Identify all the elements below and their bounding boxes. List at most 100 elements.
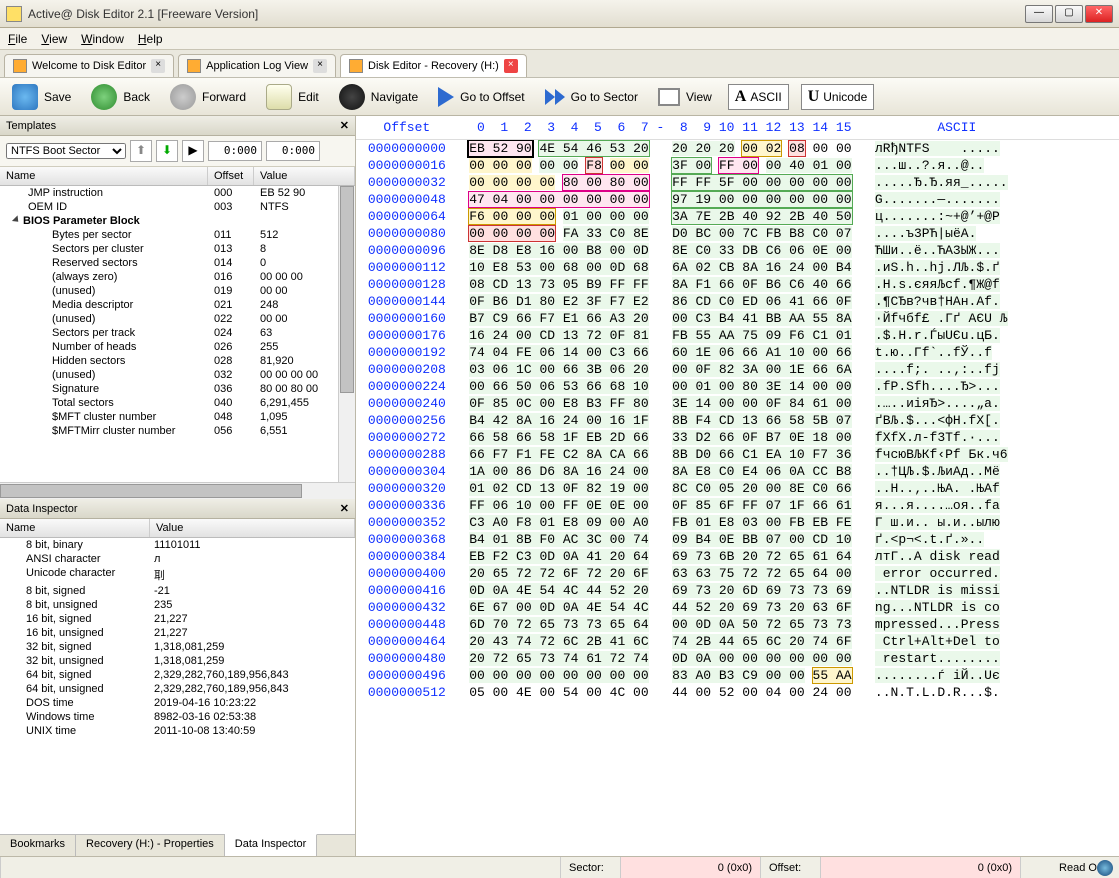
menu-view[interactable]: View [41, 32, 67, 46]
table-row[interactable]: Bytes per sector011512 [0, 228, 355, 242]
hex-row[interactable]: 0000000176 16 24 00 CD 13 72 0F 81 FB 55… [356, 327, 1119, 344]
hex-row[interactable]: 0000000304 1A 00 86 D6 8A 16 24 00 8A E8… [356, 463, 1119, 480]
menu-window[interactable]: Window [81, 32, 124, 46]
hex-row[interactable]: 0000000160 B7 C9 66 F7 E1 66 A3 20 00 C3… [356, 310, 1119, 327]
navigate-button[interactable]: Navigate [335, 82, 422, 112]
hex-row[interactable]: 0000000272 66 58 66 58 1F EB 2D 66 33 D2… [356, 429, 1119, 446]
ascii-button[interactable]: AASCII [728, 84, 789, 110]
tab-diskeditor[interactable]: Disk Editor - Recovery (H:) × [340, 54, 527, 77]
hex-row[interactable]: 0000000336 FF 06 10 00 FF 0E 0E 00 0F 85… [356, 497, 1119, 514]
table-row[interactable]: 64 bit, unsigned2,329,282,760,189,956,84… [0, 682, 355, 696]
pos-a[interactable]: 0:000 [208, 141, 262, 161]
menu-file[interactable]: File [8, 32, 27, 46]
tab-bookmarks[interactable]: Bookmarks [0, 835, 76, 856]
hex-row[interactable]: 0000000400 20 65 72 72 6F 72 20 6F 63 63… [356, 565, 1119, 582]
table-row[interactable]: Unicode character刵 [0, 566, 355, 584]
hex-pane[interactable]: Offset 0 1 2 3 4 5 6 7 - 8 9 10 11 12 13… [356, 116, 1119, 856]
table-row[interactable]: 64 bit, signed2,329,282,760,189,956,843 [0, 668, 355, 682]
col-name[interactable]: Name [0, 167, 208, 185]
tab-close-icon[interactable]: × [504, 59, 518, 73]
hex-row[interactable]: 0000000368 B4 01 8B F0 AC 3C 00 74 09 B4… [356, 531, 1119, 548]
col-value[interactable]: Value [254, 167, 355, 185]
hex-row[interactable]: 0000000192 74 04 FE 06 14 00 C3 66 60 1E… [356, 344, 1119, 361]
table-row[interactable]: Signature03680 00 80 00 [0, 382, 355, 396]
hex-row[interactable]: 0000000224 00 66 50 06 53 66 68 10 00 01… [356, 378, 1119, 395]
hex-row[interactable]: 0000000464 20 43 74 72 6C 2B 41 6C 74 2B… [356, 633, 1119, 650]
goto-first-button[interactable]: ▶ [182, 140, 204, 162]
table-row[interactable]: Media descriptor021248 [0, 298, 355, 312]
table-row[interactable]: 8 bit, binary11101011 [0, 538, 355, 552]
maximize-button[interactable]: ▢ [1055, 5, 1083, 23]
table-row[interactable]: 16 bit, unsigned21,227 [0, 626, 355, 640]
hex-row[interactable]: 0000000128 08 CD 13 73 05 B9 FF FF 8A F1… [356, 276, 1119, 293]
vertical-scrollbar[interactable] [338, 186, 355, 482]
forward-button[interactable]: Forward [166, 82, 250, 112]
table-row[interactable]: JMP instruction000EB 52 90 [0, 186, 355, 200]
hex-row[interactable]: 0000000240 0F 85 0C 00 E8 B3 FF 80 3E 14… [356, 395, 1119, 412]
table-row[interactable]: OEM ID003NTFS [0, 200, 355, 214]
hex-row[interactable]: 0000000256 B4 42 8A 16 24 00 16 1F 8B F4… [356, 412, 1119, 429]
templates-tree[interactable]: JMP instruction000EB 52 90OEM ID003NTFSB… [0, 186, 355, 482]
tab-close-icon[interactable]: × [313, 59, 327, 73]
table-row[interactable]: 16 bit, signed21,227 [0, 612, 355, 626]
arrow-up-button[interactable]: ⬆ [130, 140, 152, 162]
back-button[interactable]: Back [87, 82, 154, 112]
hex-row[interactable]: 0000000048 47 04 00 00 00 00 00 00 97 19… [356, 191, 1119, 208]
view-button[interactable]: View [654, 86, 716, 108]
hex-row[interactable]: 0000000512 05 00 4E 00 54 00 4C 00 44 00… [356, 684, 1119, 701]
table-row[interactable]: ANSI characterл [0, 552, 355, 566]
hex-row[interactable]: 0000000016 00 00 00 00 00 F8 00 00 3F 00… [356, 157, 1119, 174]
edit-button[interactable]: Edit [262, 82, 323, 112]
arrow-down-button[interactable]: ⬇ [156, 140, 178, 162]
tab-log[interactable]: Application Log View × [178, 54, 336, 77]
table-row[interactable]: Reserved sectors0140 [0, 256, 355, 270]
table-row[interactable]: 8 bit, unsigned235 [0, 598, 355, 612]
table-row[interactable]: Sectors per cluster0138 [0, 242, 355, 256]
hex-row[interactable]: 0000000064 F6 00 00 00 01 00 00 00 3A 7E… [356, 208, 1119, 225]
template-select[interactable]: NTFS Boot Sector [6, 143, 126, 159]
table-row[interactable]: Windows time8982-03-16 02:53:38 [0, 710, 355, 724]
hex-row[interactable]: 0000000096 8E D8 E8 16 00 B8 00 0D 8E C0… [356, 242, 1119, 259]
table-row[interactable]: DOS time2019-04-16 10:23:22 [0, 696, 355, 710]
hex-row[interactable]: 0000000480 20 72 65 73 74 61 72 74 0D 0A… [356, 650, 1119, 667]
hex-row[interactable]: 0000000432 6E 67 00 0D 0A 4E 54 4C 44 52… [356, 599, 1119, 616]
menu-help[interactable]: Help [138, 32, 163, 46]
save-button[interactable]: Save [8, 82, 75, 112]
hex-row[interactable]: 0000000080 00 00 00 00 FA 33 C0 8E D0 BC… [356, 225, 1119, 242]
pos-b[interactable]: 0:000 [266, 141, 320, 161]
unicode-button[interactable]: UUnicode [801, 84, 875, 110]
horizontal-scrollbar[interactable] [0, 482, 355, 499]
table-row[interactable]: (unused)03200 00 00 00 [0, 368, 355, 382]
goto-sector-button[interactable]: Go to Sector [541, 87, 642, 107]
panel-close-icon[interactable]: ✕ [340, 119, 349, 132]
hex-row[interactable]: 0000000416 0D 0A 4E 54 4C 44 52 20 69 73… [356, 582, 1119, 599]
hex-row[interactable]: 0000000144 0F B6 D1 80 E2 3F F7 E2 86 CD… [356, 293, 1119, 310]
table-row[interactable]: 32 bit, signed1,318,081,259 [0, 640, 355, 654]
hex-row[interactable]: 0000000320 01 02 CD 13 0F 82 19 00 8C C0… [356, 480, 1119, 497]
panel-close-icon[interactable]: ✕ [340, 502, 349, 515]
inspector-grid[interactable]: 8 bit, binary11101011ANSI characterлUnic… [0, 538, 355, 834]
table-row[interactable]: Sectors per track02463 [0, 326, 355, 340]
table-row[interactable]: UNIX time2011-10-08 13:40:59 [0, 724, 355, 738]
hex-row[interactable]: 0000000384 EB F2 C3 0D 0A 41 20 64 69 73… [356, 548, 1119, 565]
col-value[interactable]: Value [150, 519, 355, 537]
table-row[interactable]: Total sectors0406,291,455 [0, 396, 355, 410]
table-row[interactable]: Number of heads026255 [0, 340, 355, 354]
tab-welcome[interactable]: Welcome to Disk Editor × [4, 54, 174, 77]
table-row[interactable]: 32 bit, unsigned1,318,081,259 [0, 654, 355, 668]
tab-close-icon[interactable]: × [151, 59, 165, 73]
table-row[interactable]: (unused)02200 00 [0, 312, 355, 326]
table-row[interactable]: (unused)01900 00 [0, 284, 355, 298]
col-offset[interactable]: Offset [208, 167, 254, 185]
hex-row[interactable]: 0000000352 C3 A0 F8 01 E8 09 00 A0 FB 01… [356, 514, 1119, 531]
table-row[interactable]: Hidden sectors02881,920 [0, 354, 355, 368]
table-row[interactable]: BIOS Parameter Block [0, 214, 355, 228]
hex-row[interactable]: 0000000112 10 E8 53 00 68 00 0D 68 6A 02… [356, 259, 1119, 276]
hex-row[interactable]: 0000000448 6D 70 72 65 73 73 65 64 00 0D… [356, 616, 1119, 633]
table-row[interactable]: 8 bit, signed-21 [0, 584, 355, 598]
table-row[interactable]: $MFTMirr cluster number0566,551 [0, 424, 355, 438]
hex-rows[interactable]: 0000000000 EB 52 90 4E 54 46 53 20 20 20… [356, 140, 1119, 856]
table-row[interactable]: $MFT cluster number0481,095 [0, 410, 355, 424]
goto-offset-button[interactable]: Go to Offset [434, 85, 528, 109]
col-name[interactable]: Name [0, 519, 150, 537]
